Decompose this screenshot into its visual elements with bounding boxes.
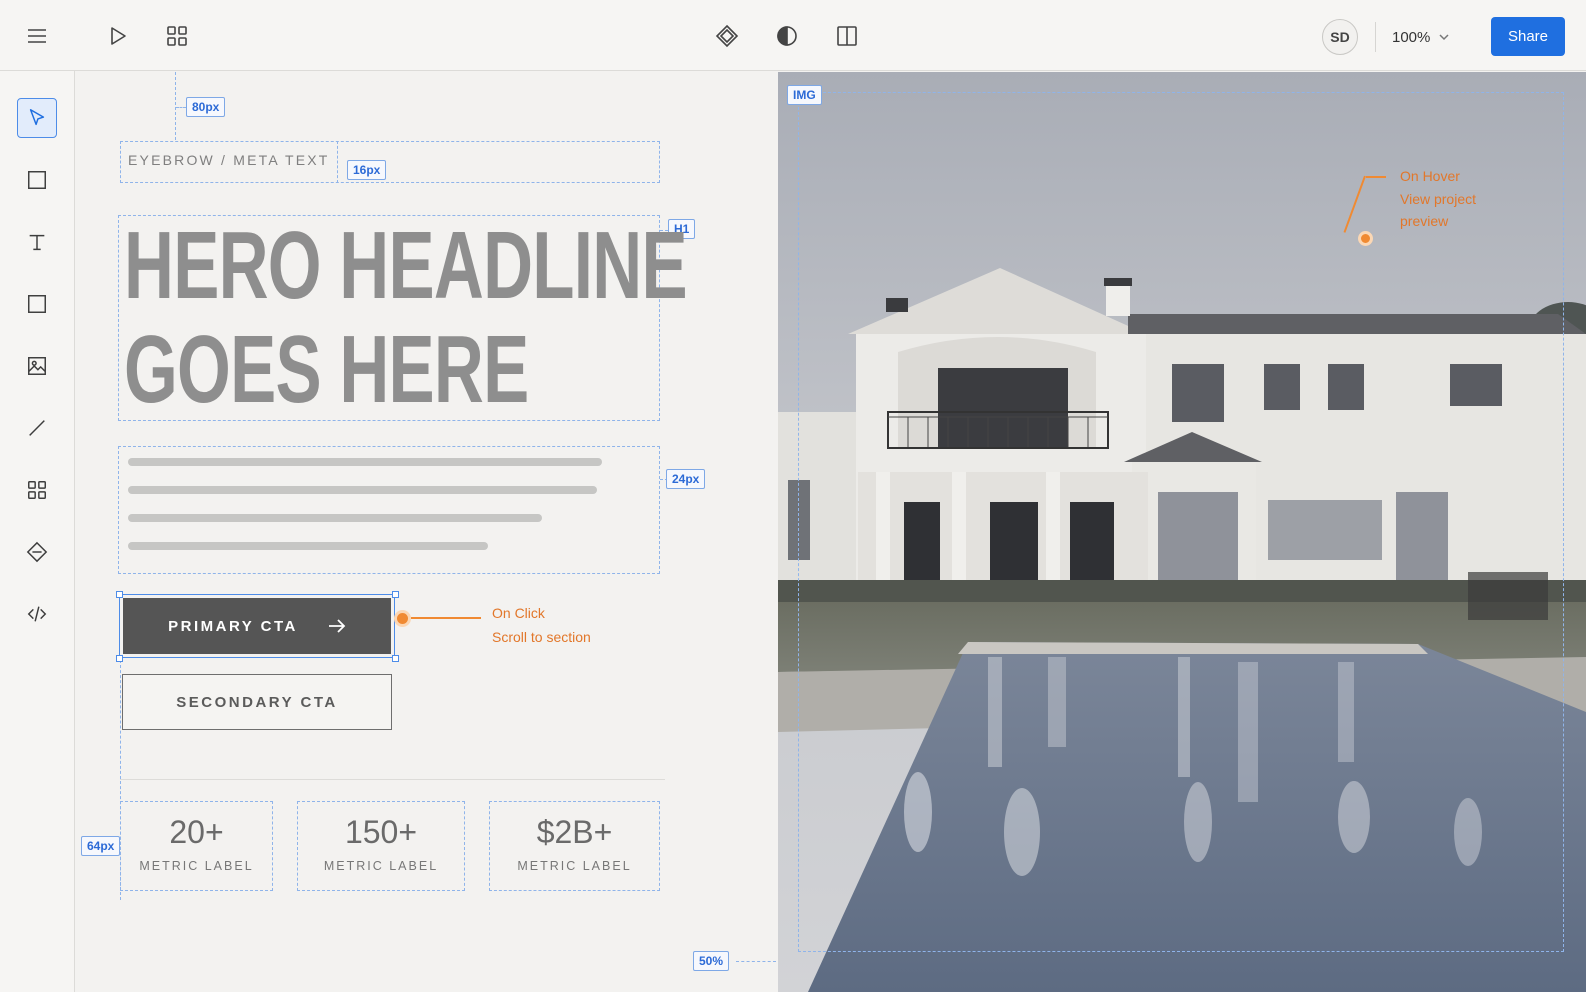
hover-annotation-line-2 [1366,176,1386,178]
hero-headline[interactable]: HERO HEADLINE GOES HERE [124,212,688,423]
headline-line-1: HERO HEADLINE [124,212,688,319]
tool-rail [0,71,75,992]
chevron-down-icon [1439,34,1449,41]
click-annotation-title: On Click [492,605,545,621]
zoom-value: 100% [1392,28,1431,46]
selection-handle-bl[interactable] [116,655,123,662]
metrics-divider [120,779,665,780]
click-annotation-dot[interactable] [394,610,411,627]
play-icon[interactable] [97,16,137,56]
spacing-guide-top [175,72,176,140]
zoom-select[interactable]: 100% [1392,22,1462,52]
headline-line-2: GOES HERE [124,316,529,423]
selection-handle-tr[interactable] [392,591,399,598]
metric-label: METRIC LABEL [323,859,439,873]
click-annotation-desc: Scroll to section [492,629,591,645]
metric-card-1[interactable]: 20+ METRIC LABEL [120,801,273,891]
primary-cta-label: PRIMARY CTA [168,617,298,635]
metric-card-3[interactable]: $2B+ METRIC LABEL [489,801,660,891]
component-icon[interactable] [707,16,747,56]
eyebrow-gap-guide [337,141,338,183]
line-icon[interactable] [17,408,57,448]
hover-annotation-desc-2: preview [1400,213,1449,229]
split-guide [736,961,776,962]
rectangle-icon[interactable] [17,284,57,324]
menu-icon[interactable] [17,16,57,56]
metric-label: METRIC LABEL [517,859,632,873]
spec-tag-image: IMG [787,85,822,105]
metric-card-2[interactable]: 150+ METRIC LABEL [297,801,465,891]
body-line-4 [128,542,488,550]
components-icon[interactable] [17,470,57,510]
text-icon[interactable] [17,222,57,262]
hover-annotation-desc-1: View project [1400,191,1477,207]
body-line-1 [128,458,602,466]
contrast-icon[interactable] [767,16,807,56]
body-line-2 [128,486,597,494]
image-frame[interactable] [798,92,1564,952]
pointer-icon[interactable] [17,98,57,138]
share-button[interactable]: Share [1491,17,1565,56]
grid-icon[interactable] [157,16,197,56]
image-icon[interactable] [17,346,57,386]
selection-handle-br[interactable] [392,655,399,662]
click-annotation-line [411,617,481,619]
frame-icon[interactable] [17,160,57,200]
hover-annotation-title: On Hover [1400,168,1460,184]
hover-annotation-dot[interactable] [1358,231,1373,246]
metric-value: 20+ [169,814,224,850]
metric-value: 150+ [344,814,418,850]
code-icon[interactable] [17,594,57,634]
avatar[interactable]: SD [1322,19,1358,55]
primary-cta-button[interactable]: PRIMARY CTA [123,598,391,654]
spec-tag-split: 50% [693,951,730,971]
metric-label: METRIC LABEL [139,859,254,873]
split-view-icon[interactable] [827,16,867,56]
spec-tag-top-spacing: 80px [186,97,226,117]
spec-tag-side-spacing: 64px [81,836,121,856]
spacing-guide-tick [176,107,186,108]
body-line-3 [128,514,542,522]
metric-value: $2B+ [536,814,613,850]
eyebrow-text[interactable]: EYEBROW / META TEXT [128,152,330,168]
toolbar-divider [1375,22,1376,52]
spec-tag-eyebrow-gap: 16px [347,160,387,180]
secondary-cta-button[interactable]: SECONDARY CTA [122,674,392,730]
diamond-icon[interactable] [17,532,57,572]
top-toolbar: SD 100% Share [0,0,1586,71]
selection-handle-tl[interactable] [116,591,123,598]
spec-tag-body-gap: 24px [666,469,706,489]
arrow-right-icon [328,619,346,633]
